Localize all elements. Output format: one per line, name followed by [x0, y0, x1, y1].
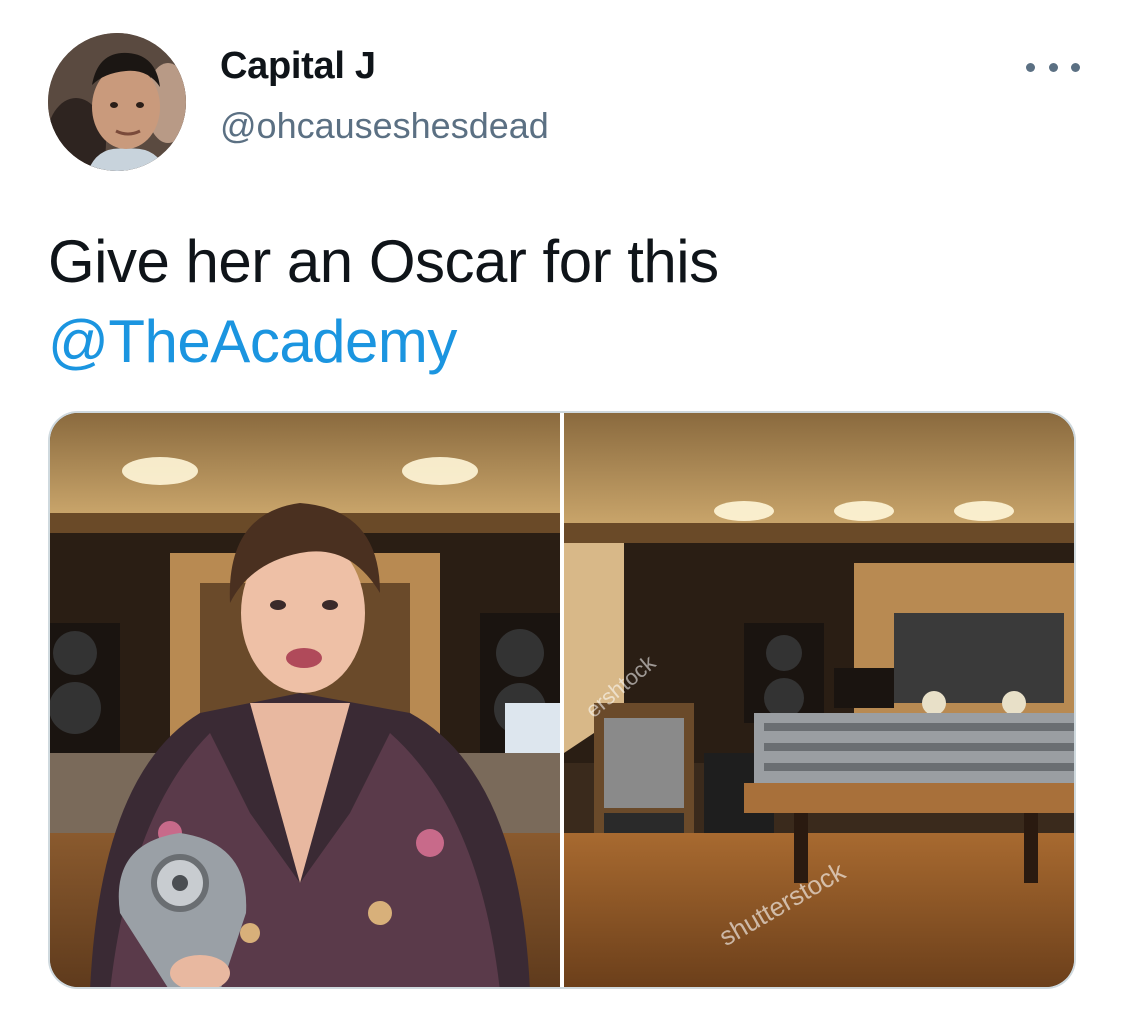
photo-studio-stock: ershtock shutterstock: [564, 413, 1074, 987]
display-name[interactable]: Capital J: [220, 40, 549, 92]
more-dots-icon: [1048, 62, 1058, 72]
author-block: Capital J @ohcauseshesdead: [220, 40, 549, 150]
tweet-text-line: Give her an Oscar for this: [48, 228, 719, 295]
username-handle[interactable]: @ohcauseshesdead: [220, 102, 549, 150]
more-dots-icon: [1026, 62, 1035, 72]
tweet-text: Give her an Oscar for this @TheAcademy: [48, 222, 1078, 382]
mention-link[interactable]: @TheAcademy: [48, 302, 1078, 382]
more-dots-icon: [1071, 62, 1080, 72]
media-photo-2[interactable]: ershtock shutterstock: [564, 413, 1074, 987]
photo-woman-with-award: [50, 413, 560, 987]
more-options-button[interactable]: [1026, 50, 1080, 84]
avatar[interactable]: [48, 33, 186, 171]
avatar-image: [48, 33, 186, 171]
tweet-card: Capital J @ohcauseshesdead Give her an O…: [0, 0, 1125, 1030]
media-photo-1[interactable]: [50, 413, 560, 987]
media-grid: ershtock shutterstock: [48, 411, 1076, 989]
